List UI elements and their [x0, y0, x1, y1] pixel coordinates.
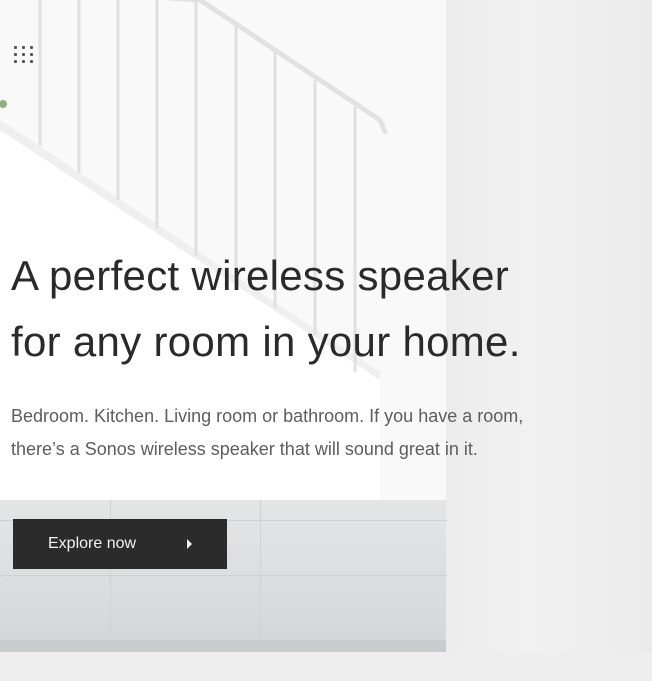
subtext-line-1: Bedroom. Kitchen. Living room or bathroo… — [11, 406, 524, 426]
grid-menu-icon[interactable] — [12, 44, 38, 66]
headline-line-1: A perfect wireless speaker — [11, 252, 510, 299]
floor-shadow — [0, 652, 652, 681]
floor-edge — [0, 640, 446, 652]
hero-section: A perfect wireless speaker for any room … — [0, 0, 652, 681]
hero-headline: A perfect wireless speaker for any room … — [11, 243, 521, 375]
subtext-line-2: there’s a Sonos wireless speaker that wi… — [11, 439, 478, 459]
explore-now-button[interactable]: Explore now — [13, 519, 227, 569]
hero-subtext: Bedroom. Kitchen. Living room or bathroo… — [11, 400, 523, 466]
headline-line-2: for any room in your home. — [11, 318, 521, 365]
explore-now-label: Explore now — [48, 535, 137, 552]
caret-right-icon — [187, 539, 192, 549]
